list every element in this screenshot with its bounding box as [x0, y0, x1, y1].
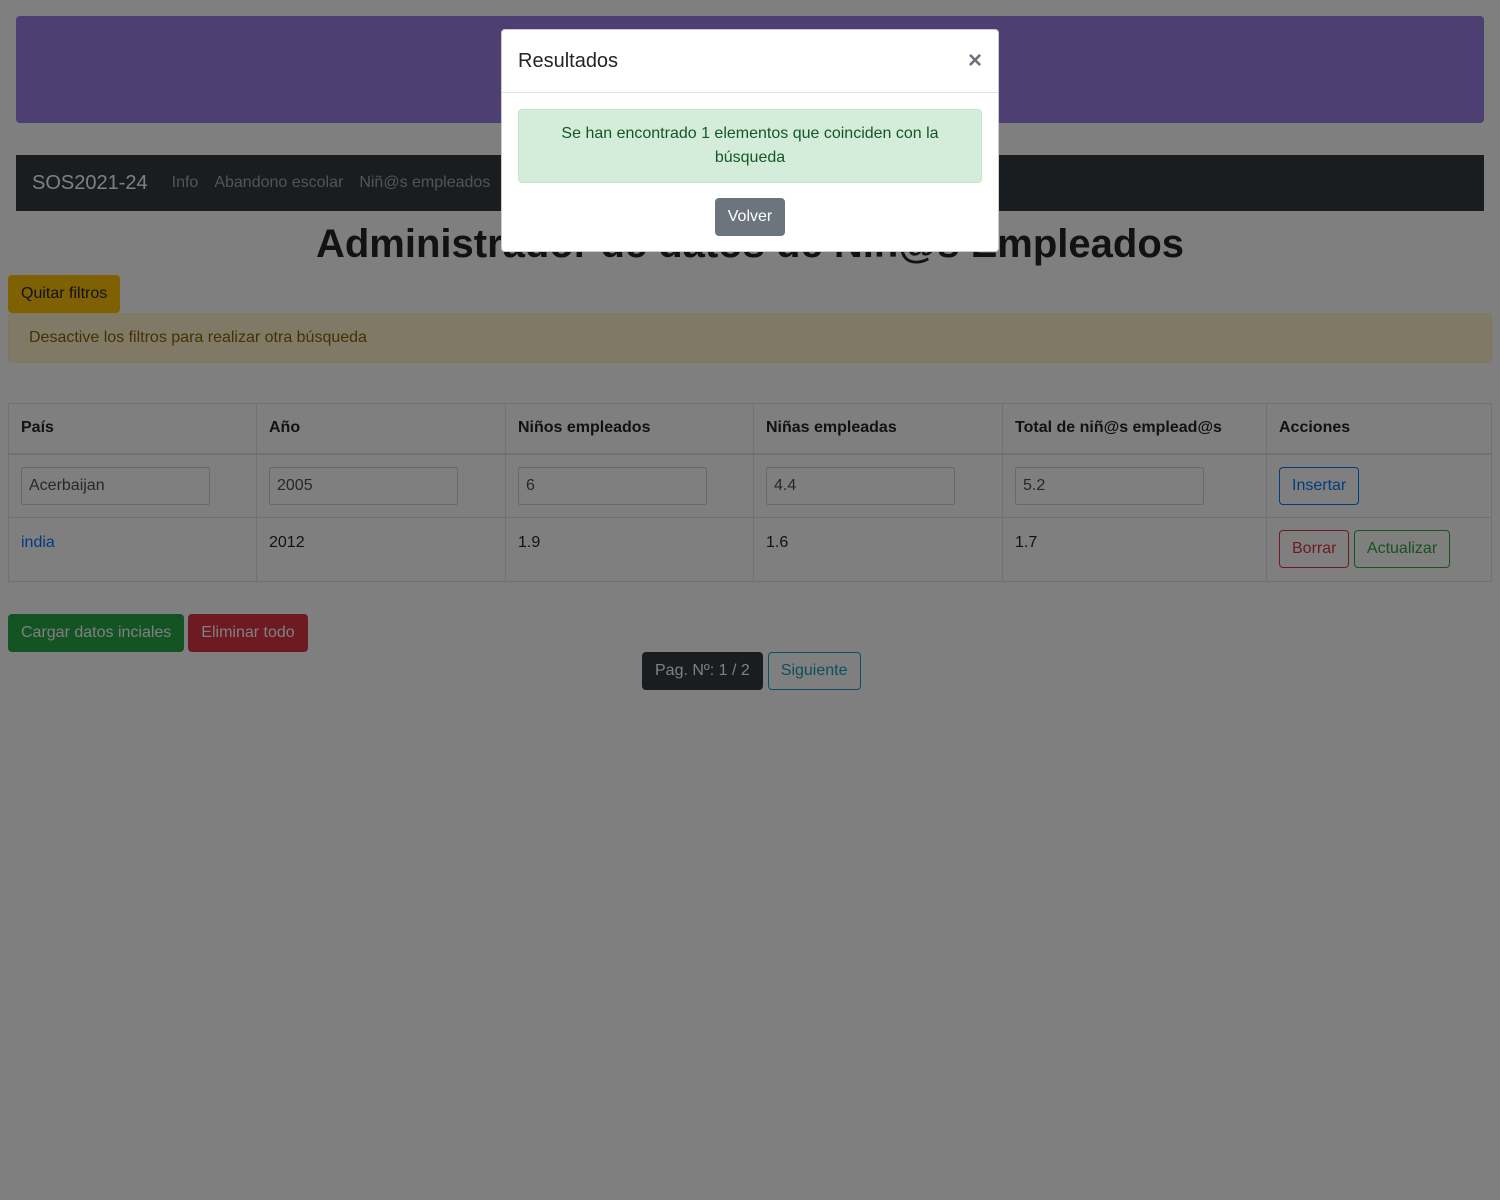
- modal-header: Resultados ×: [502, 30, 998, 93]
- results-modal: Resultados × Se han encontrado 1 element…: [501, 29, 999, 252]
- modal-body: Se han encontrado 1 elementos que coinci…: [502, 93, 998, 252]
- close-icon[interactable]: ×: [968, 49, 982, 73]
- back-button[interactable]: Volver: [714, 198, 786, 236]
- results-message: Se han encontrado 1 elementos que coinci…: [518, 109, 982, 183]
- modal-title: Resultados: [518, 49, 619, 72]
